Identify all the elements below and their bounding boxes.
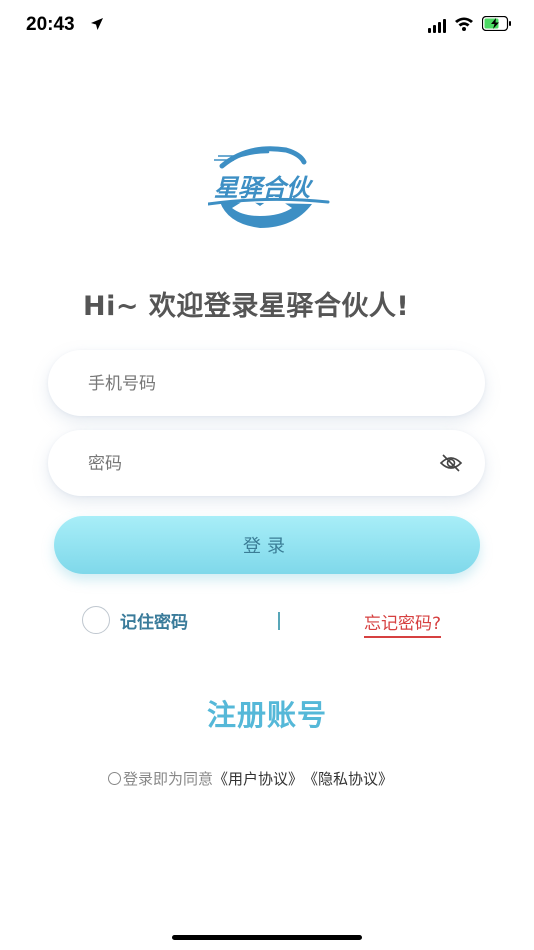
cellular-signal-icon [428, 18, 446, 33]
status-bar: 20:43 [0, 0, 534, 50]
agreement-text: 登录即为同意 [123, 770, 214, 788]
remember-password-toggle[interactable]: 记住密码 [82, 606, 188, 634]
remember-password-label[interactable]: 记住密码 [120, 608, 188, 633]
location-arrow-icon [90, 16, 104, 35]
divider [278, 612, 280, 630]
agreement-checkbox[interactable] [108, 772, 121, 785]
forgot-password-link[interactable]: 忘记密码? [364, 609, 442, 638]
app-logo: 星驿合伙 [206, 146, 333, 230]
welcome-heading: Hi~ 欢迎登录星驿合伙人! [83, 291, 410, 322]
logo-text: 星驿合伙 [214, 174, 314, 202]
battery-charging-icon [481, 15, 512, 35]
wifi-icon [454, 16, 474, 35]
user-agreement-link[interactable]: 《用户协议》 [213, 768, 303, 789]
register-link[interactable]: 注册账号 [0, 692, 534, 734]
agreement-row: 登录即为同意 《用户协议》 《隐私协议》 [108, 768, 393, 789]
login-button[interactable]: 登录 [54, 516, 480, 574]
home-indicator [172, 935, 362, 940]
phone-input[interactable] [86, 350, 420, 418]
privacy-agreement-link[interactable]: 《隐私协议》 [303, 768, 393, 789]
remember-radio[interactable] [82, 606, 110, 634]
status-time: 20:43 [26, 14, 75, 35]
phone-field[interactable] [48, 350, 485, 418]
eye-hidden-icon[interactable] [439, 452, 463, 478]
status-indicators [428, 15, 512, 35]
password-field[interactable] [48, 430, 485, 498]
password-input[interactable] [86, 430, 420, 498]
